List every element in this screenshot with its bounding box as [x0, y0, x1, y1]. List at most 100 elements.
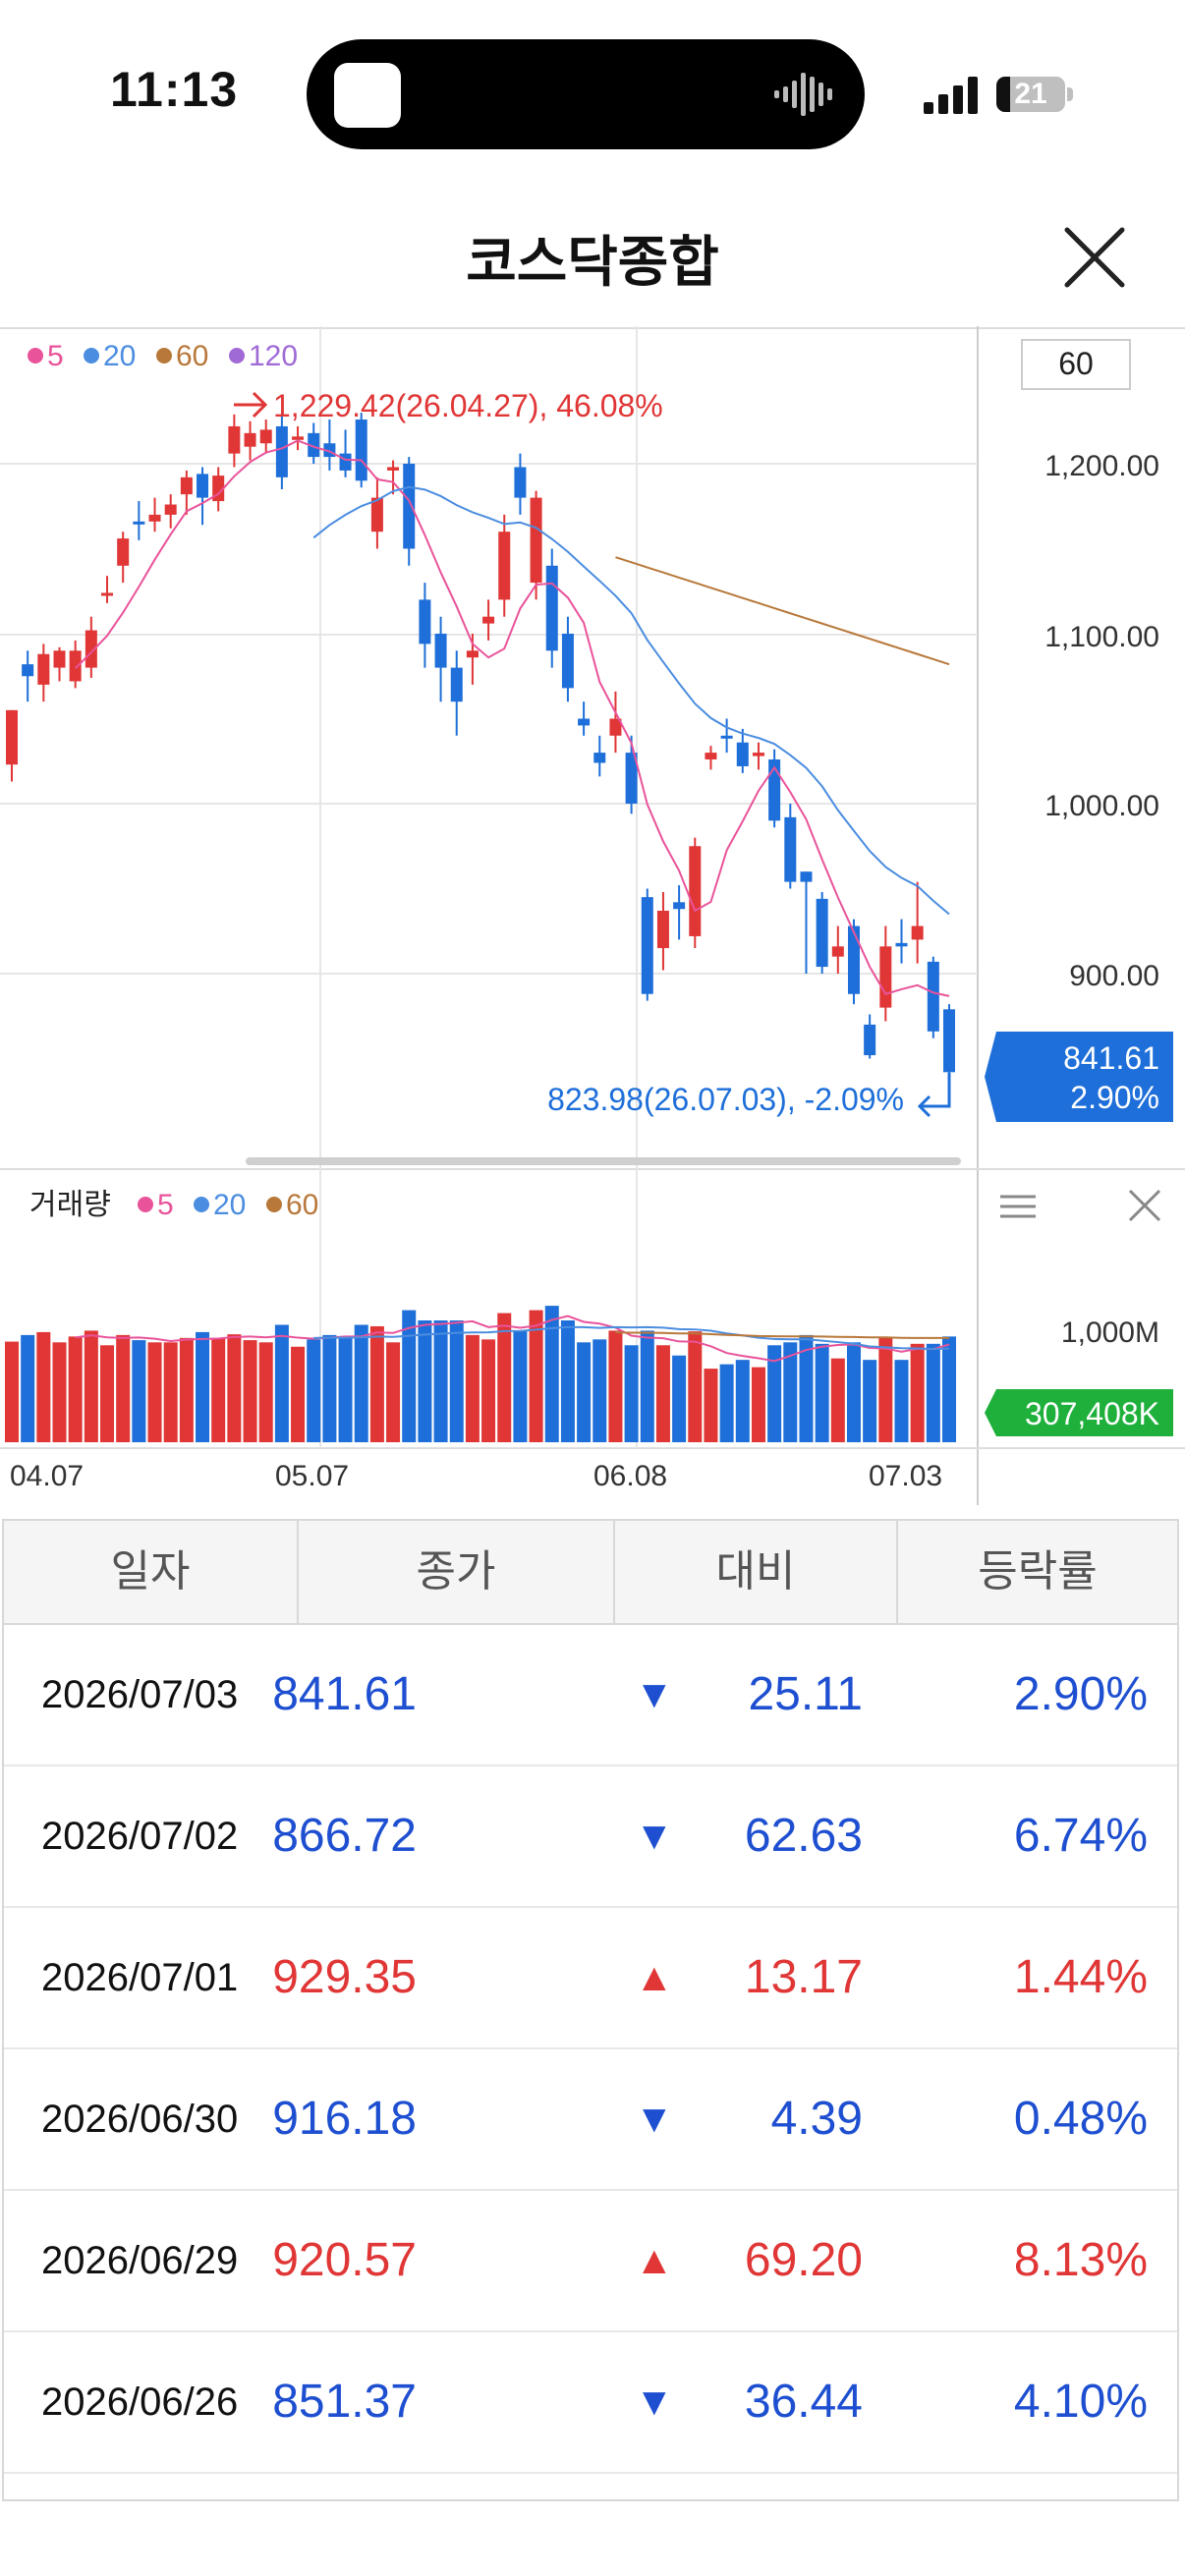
chart-scrollbar[interactable] [246, 1157, 961, 1165]
table-row[interactable]: 2026/06/26 851.37 ▼ 36.44 4.10% [4, 2332, 1177, 2474]
legend-dot [84, 348, 99, 364]
legend-label: 20 [103, 340, 136, 372]
menu-icon[interactable] [1000, 1195, 1036, 1218]
volume-bar [243, 1340, 257, 1442]
th-change[interactable]: 대비 [615, 1521, 898, 1623]
volume-bar [640, 1330, 654, 1442]
page-title: 코스닥종합 [466, 231, 719, 293]
candle-body [275, 425, 288, 477]
row-date: 2026/07/03 [41, 1673, 239, 1716]
volume-bar [433, 1320, 448, 1442]
row-close: 866.72 [272, 1810, 417, 1862]
candle-body [339, 453, 352, 471]
row-change: 62.63 [744, 1810, 863, 1862]
candle-body [53, 650, 66, 668]
volume-bar [386, 1342, 401, 1442]
row-change: 25.11 [748, 1668, 863, 1720]
candle-body [736, 742, 749, 766]
row-arrow-icon: ▼ [635, 1673, 674, 1716]
volume-y-tick: 1,000M [1061, 1316, 1159, 1349]
volume-bar [307, 1339, 321, 1442]
table-row[interactable]: 2026/07/02 866.72 ▼ 62.63 6.74% [4, 1766, 1177, 1908]
th-close[interactable]: 종가 [299, 1521, 615, 1623]
volume-legend: 5 20 60 [138, 1189, 318, 1221]
volume-bar [196, 1331, 210, 1442]
x-tick-label: 04.07 [10, 1460, 84, 1492]
candle-body [498, 532, 511, 600]
row-change: 36.44 [744, 2376, 863, 2428]
table-row[interactable]: 2026/07/01 929.35 ▲ 13.17 1.44% [4, 1908, 1177, 2049]
table-row[interactable]: 2026/07/03 841.61 ▼ 25.11 2.90% [4, 1625, 1177, 1766]
volume-bar [735, 1360, 750, 1442]
candle-body [419, 599, 431, 644]
row-close: 851.37 [272, 2376, 417, 2428]
high-arrow-icon [234, 391, 268, 419]
volume-bar [751, 1367, 765, 1442]
legend-dot [156, 348, 172, 364]
high-annotation: 1,229.42(26.04.27), 46.08% [273, 388, 663, 423]
volume-bar [449, 1320, 464, 1442]
candle-body [752, 753, 764, 756]
row-arrow-icon: ▼ [635, 1815, 674, 1858]
candle-body [482, 616, 495, 624]
candle-body [228, 425, 241, 454]
x-tick-label: 06.08 [593, 1460, 667, 1492]
table-header: 일자 종가 대비 등락률 [4, 1521, 1177, 1625]
candle-body [197, 474, 209, 498]
volume-bar [163, 1342, 178, 1442]
candle-body [434, 634, 447, 668]
candle-body [864, 1024, 876, 1056]
volume-bar [227, 1334, 242, 1442]
table-row[interactable]: 2026/06/30 916.18 ▼ 4.39 0.48% [4, 2049, 1177, 2191]
row-close: 916.18 [272, 2093, 417, 2145]
candle-body [148, 514, 161, 522]
legend-dot [28, 348, 43, 364]
th-pct[interactable]: 등락률 [898, 1521, 1177, 1623]
candle-body [450, 667, 463, 702]
candle-body [370, 497, 383, 532]
volume-bar [560, 1320, 575, 1442]
row-pct: 2.90% [1013, 1668, 1148, 1720]
volume-bar [815, 1343, 829, 1442]
volume-bar [179, 1337, 194, 1442]
volume-bar [688, 1331, 703, 1442]
volume-bar [672, 1355, 687, 1442]
candle-body [927, 961, 939, 1032]
status-time: 11:13 [110, 62, 239, 117]
candle-body [466, 650, 479, 658]
close-icon[interactable] [1059, 222, 1130, 293]
volume-bar [100, 1345, 115, 1442]
candle-body [895, 942, 908, 947]
volume-bar [84, 1330, 98, 1442]
close-volume-icon[interactable] [1128, 1189, 1161, 1222]
volume-bar [655, 1345, 670, 1442]
vol-ma60-line [615, 1331, 950, 1339]
price-volume-chart[interactable]: 5 20 60 120 60 1,200.00 1,100.00 1,000.00 9… [0, 326, 1185, 1505]
volume-bar [291, 1346, 306, 1442]
volume-bar [481, 1339, 496, 1442]
row-date: 2026/07/01 [41, 1956, 239, 1999]
candle-body [6, 709, 18, 765]
table-row[interactable]: 2026/06/29 920.57 ▲ 69.20 8.13% [4, 2191, 1177, 2332]
th-date[interactable]: 일자 [4, 1521, 299, 1623]
legend-label: 60 [176, 340, 208, 372]
volume-bar [211, 1337, 226, 1442]
volume-bar [354, 1324, 368, 1442]
volume-bar [68, 1336, 83, 1442]
audio-wave-icon [774, 73, 832, 116]
row-change: 69.20 [744, 2234, 863, 2286]
candle-body [578, 718, 591, 726]
y-tick-label: 1,100.00 [1044, 621, 1159, 653]
candle-body [101, 592, 114, 596]
row-pct: 0.48% [1013, 2093, 1148, 2145]
current-price: 841.61 [1063, 1040, 1159, 1076]
row-pct: 4.10% [1013, 2376, 1148, 2428]
candle-body [879, 946, 892, 1008]
legend-dot [229, 348, 245, 364]
legend-dot [138, 1197, 153, 1212]
y-tick-label: 1,200.00 [1044, 450, 1159, 482]
candle-body [656, 910, 669, 949]
volume-bar [465, 1334, 480, 1442]
candle-body [847, 925, 860, 994]
volume-bar [418, 1320, 432, 1442]
